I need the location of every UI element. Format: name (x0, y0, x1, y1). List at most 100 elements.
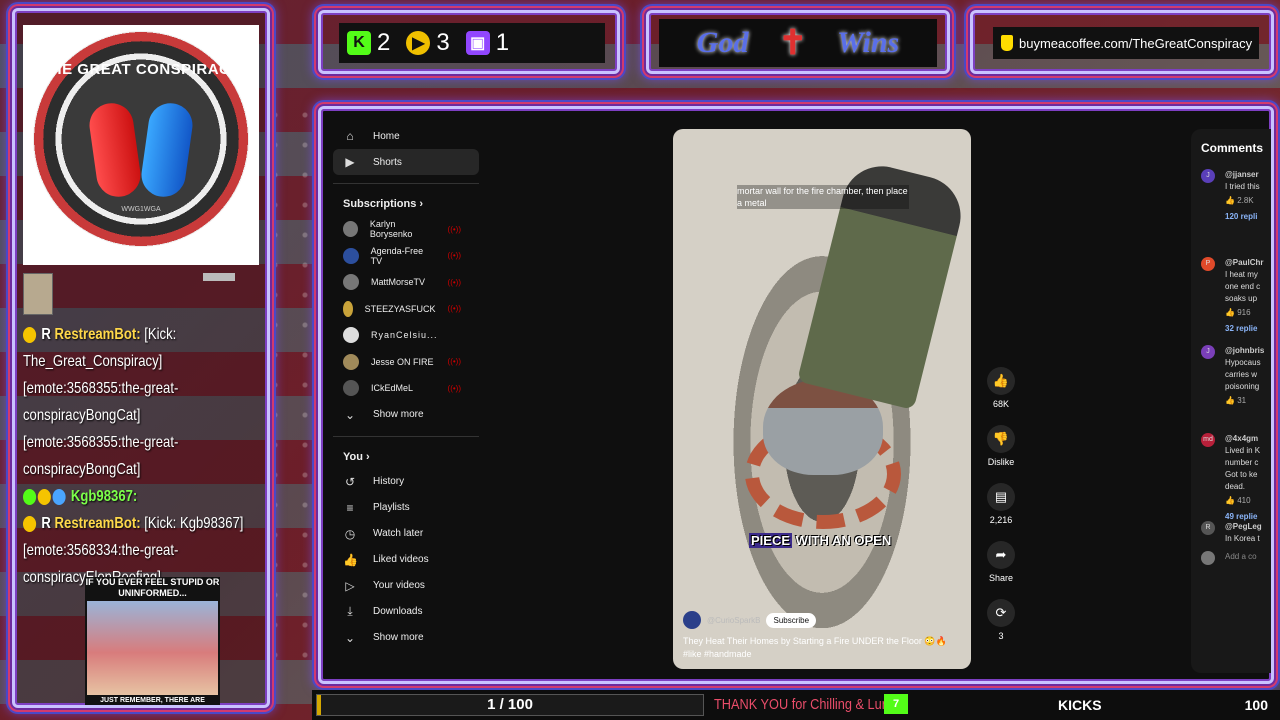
show-more-subscriptions[interactable]: ⌄ Show more (333, 402, 479, 428)
shorts-icon: ▶ (345, 155, 355, 169)
logo-title: THE GREAT CONSPIRACY (41, 61, 241, 78)
live-icon: ((•)) (447, 224, 461, 234)
comment-user[interactable]: @4x4gm (1225, 433, 1271, 445)
subscribe-button[interactable]: Subscribe (766, 612, 817, 628)
shorts-action-bar: 👍 68K 👎 Dislike ▤ 2,216 ➦ Share ⟳ 3 (981, 367, 1021, 657)
remix-action[interactable]: ⟳ 3 (981, 599, 1021, 641)
shorts-video-player[interactable]: mortar wall for the fire chamber, then p… (673, 129, 971, 669)
comment-item: J @jjanser I tried this 👍 2.8K 120 repli (1191, 169, 1271, 257)
chevron-down-icon: ⌄ (344, 630, 356, 645)
subscriptions-title: Subscriptions (343, 198, 417, 210)
banner-right-word: Wins (836, 26, 900, 59)
add-comment-row[interactable]: Add a co (1191, 551, 1271, 571)
like-action[interactable]: 👍 68K (981, 367, 1021, 409)
twitch-viewer-count: 1 (495, 29, 510, 56)
show-more-label: Show more (373, 409, 424, 420)
subscription-item[interactable]: RyanCelsiu... (333, 322, 479, 349)
comments-header: Comments (1201, 141, 1264, 155)
blue-pill-icon (138, 100, 196, 200)
twitch-icon: ▣ (465, 31, 490, 55)
banner-left-word: God (696, 26, 749, 59)
chevron-down-icon: ⌄ (344, 407, 356, 422)
sidebar-item-watch-later[interactable]: ◷ Watch later (333, 521, 479, 547)
subscription-item[interactable]: Karlyn Borysenko ((•)) (333, 216, 479, 243)
video-icon: ▷ (345, 578, 355, 593)
channel-handle[interactable]: @CurioSparkB (707, 616, 760, 625)
video-channel-row: @CurioSparkB Subscribe (683, 611, 817, 629)
channel-logo: THE GREAT CONSPIRACY WWG1WGA (23, 25, 259, 265)
subscription-item[interactable]: STEEZYASFUCK ((•)) (333, 296, 479, 323)
subscription-item[interactable]: ICkEdMeL ((•)) (333, 375, 479, 402)
comment-user[interactable]: @PegLeg (1225, 521, 1271, 533)
comment-user[interactable]: @johnbris (1225, 345, 1271, 357)
bottom-stream-bar: 1 / 100 THANK YOU for Chilling & Lurking… (312, 690, 1280, 720)
comment-replies[interactable]: 120 repli (1225, 211, 1271, 223)
subscription-item[interactable]: Agenda-Free TV ((•)) (333, 243, 479, 270)
comment-user[interactable]: @jjanser (1225, 169, 1271, 181)
meme-image: IF YOU EVER FEEL STUPID OR UNINFORMED...… (85, 577, 220, 705)
chat-feed: R RestreamBot: [Kick: The_Great_Conspira… (23, 273, 261, 586)
sidebar-item-home[interactable]: ⌂ Home (333, 123, 479, 149)
comments-action[interactable]: ▤ 2,216 (981, 483, 1021, 525)
sidebar-item-history[interactable]: ↺ History (333, 469, 479, 495)
channel-avatar (343, 221, 358, 238)
subscriptions-heading[interactable]: Subscriptions › (333, 192, 479, 216)
playlists-icon: ≡ (346, 500, 354, 515)
chat-message: Kgb98367: (23, 483, 261, 510)
meme-top-caption: IF YOU EVER FEEL STUPID OR UNINFORMED... (85, 577, 220, 598)
channel-avatar (343, 274, 359, 291)
comment-text: Hypocaus carries w poisoning (1225, 358, 1261, 391)
you-heading[interactable]: You › (333, 445, 479, 469)
follower-goal: 1 / 100 (316, 694, 704, 716)
thanks-ticker: THANK YOU for Chilling & Lurking (714, 696, 884, 713)
chat-message: R RestreamBot: [Kick: The_Great_Conspira… (23, 321, 261, 483)
dislike-label: Dislike (987, 457, 1015, 467)
comment-item: P @PaulChr I heat my one end c soaks up … (1191, 257, 1271, 345)
sidebar-item-playlists[interactable]: ≡ Playlists (333, 495, 479, 521)
comment-like-count: 410 (1237, 496, 1251, 505)
show-more-you[interactable]: ⌄ Show more (333, 625, 479, 651)
comment-likes[interactable]: 👍 916 (1225, 307, 1271, 319)
red-pill-icon (86, 100, 144, 200)
comment-likes[interactable]: 👍 31 (1225, 395, 1271, 407)
comment-user[interactable]: @PaulChr (1225, 257, 1271, 269)
video-title[interactable]: They Heat Their Homes by Starting a Fire… (683, 635, 965, 661)
you-title: You (343, 450, 363, 463)
subscription-item[interactable]: MattMorseTV ((•)) (333, 269, 479, 296)
live-icon: ((•)) (447, 277, 461, 287)
comment-like-count: 2.8K (1237, 196, 1254, 205)
comment-replies[interactable]: 32 replie (1225, 323, 1271, 335)
divider (333, 183, 479, 184)
sidebar-item-label: Your videos (373, 580, 425, 591)
live-icon: ((•)) (447, 383, 461, 393)
comment-text: I tried this (1225, 182, 1260, 191)
chat-text: [Kick: The_Great_Conspiracy] [emote:3568… (23, 326, 179, 478)
badge-letter: R (41, 326, 51, 343)
show-more-label: Show more (373, 632, 424, 643)
channel-avatar[interactable] (683, 611, 701, 629)
history-icon: ↺ (344, 474, 356, 489)
subscription-item[interactable]: Jesse ON FIRE ((•)) (333, 349, 479, 376)
comment-likes[interactable]: 👍 2.8K (1225, 195, 1271, 207)
sidebar-item-shorts[interactable]: ▶ Shorts (333, 149, 479, 175)
sidebar-item-label: Downloads (373, 606, 423, 617)
channel-name: RyanCelsiu... (371, 330, 438, 341)
comment-like-count: 31 (1237, 396, 1247, 405)
sidebar-item-liked-videos[interactable]: 👍 Liked videos (333, 547, 479, 573)
comment-text: In Korea t (1225, 534, 1260, 543)
left-overlay-panel: THE GREAT CONSPIRACY WWG1WGA R RestreamB… (12, 8, 270, 708)
share-action[interactable]: ➦ Share (981, 541, 1021, 583)
comments-panel: Comments J @jjanser I tried this 👍 2.8K … (1191, 129, 1271, 673)
chat-username: RestreamBot: (54, 326, 141, 343)
kick-badge-icon (23, 488, 37, 505)
channel-avatar (343, 353, 359, 370)
restream-badge-icon (23, 326, 37, 343)
dislike-action[interactable]: 👎 Dislike (981, 425, 1021, 467)
meme-picture (87, 601, 218, 695)
sidebar-item-downloads[interactable]: ⤓ Downloads (333, 599, 479, 625)
sidebar-item-your-videos[interactable]: ▷ Your videos (333, 573, 479, 599)
comment-likes[interactable]: 👍 410 (1225, 495, 1271, 507)
live-icon: ((•)) (447, 304, 461, 314)
comment-avatar: J (1201, 169, 1215, 183)
logo-subtitle: WWG1WGA (121, 206, 161, 213)
